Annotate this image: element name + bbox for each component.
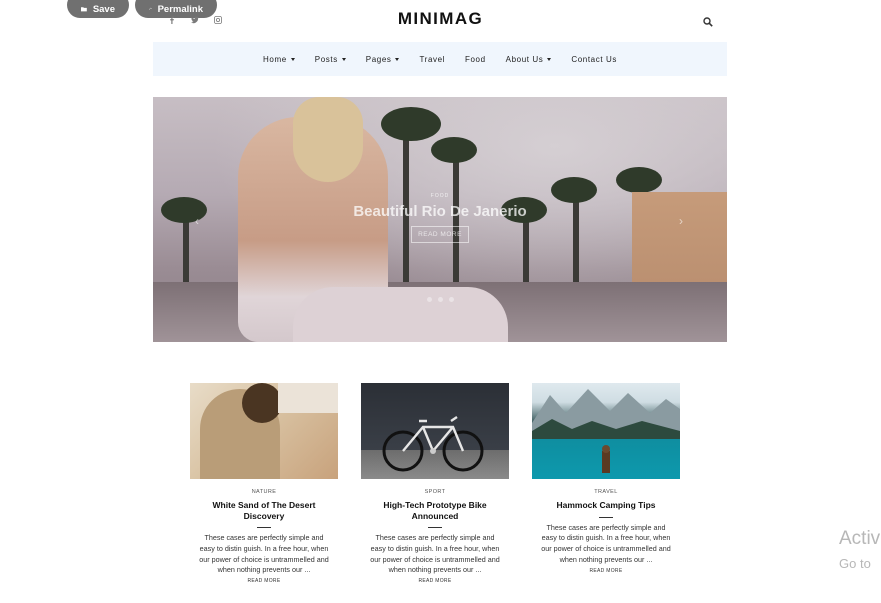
slider-dot[interactable]: [448, 297, 454, 302]
post-image-bike[interactable]: [361, 383, 509, 479]
post-card: SPORT High-Tech Prototype Bike Announced…: [361, 383, 509, 584]
post-excerpt: These cases are perfectly simple and eas…: [370, 533, 500, 575]
post-image-lake[interactable]: [532, 383, 680, 479]
activation-watermark-subtitle: Go to: [839, 556, 871, 571]
hero-caption: FOOD Beautiful Rio De Janerio READ MORE: [153, 193, 727, 243]
main-nav: Home Posts Pages Travel Food About Us Co…: [153, 42, 727, 76]
post-title[interactable]: Hammock Camping Tips: [532, 500, 680, 511]
post-divider: [599, 516, 613, 518]
post-category[interactable]: NATURE: [190, 489, 338, 495]
post-divider: [428, 527, 442, 528]
post-read-more-link[interactable]: READ MORE: [190, 578, 338, 584]
hero-person-leggings: [293, 287, 508, 342]
post-title[interactable]: High-Tech Prototype Bike Announced: [361, 500, 509, 521]
hero-title[interactable]: Beautiful Rio De Janerio: [153, 203, 727, 220]
palm-tree-crown: [616, 167, 662, 193]
post-read-more-link[interactable]: READ MORE: [361, 578, 509, 584]
post-title[interactable]: White Sand of The Desert Discovery: [190, 500, 338, 521]
activation-watermark-title: Activ: [839, 528, 881, 549]
post-category[interactable]: SPORT: [361, 489, 509, 495]
nav-item-food[interactable]: Food: [455, 55, 496, 64]
mountain-illustration: [532, 389, 680, 473]
nav-item-pages[interactable]: Pages: [356, 55, 410, 64]
site-logo[interactable]: MINIMAG: [0, 9, 881, 29]
post-divider: [257, 527, 271, 528]
caret-down-icon: [395, 57, 400, 61]
post-card: NATURE White Sand of The Desert Discover…: [190, 383, 338, 584]
search-icon[interactable]: [703, 14, 713, 27]
hero-slider[interactable]: ‹ › FOOD Beautiful Rio De Janerio READ M…: [153, 97, 727, 342]
post-card: TRAVEL Hammock Camping Tips These cases …: [532, 383, 680, 574]
post-category[interactable]: TRAVEL: [532, 489, 680, 495]
nav-item-travel[interactable]: Travel: [409, 55, 455, 64]
post-image-desert[interactable]: [190, 383, 338, 479]
caret-down-icon: [290, 57, 295, 61]
caret-down-icon: [547, 57, 552, 61]
slider-dot[interactable]: [426, 297, 432, 302]
nav-item-posts[interactable]: Posts: [305, 55, 356, 64]
nav-item-home[interactable]: Home: [253, 55, 305, 64]
slider-dots: [153, 297, 727, 302]
nav-item-contact-us[interactable]: Contact Us: [561, 55, 627, 64]
post-read-more-link[interactable]: READ MORE: [532, 568, 680, 574]
post-excerpt: These cases are perfectly simple and eas…: [199, 533, 329, 575]
palm-tree-crown: [431, 137, 477, 163]
hero-read-more-button[interactable]: READ MORE: [411, 226, 469, 243]
slider-dot[interactable]: [437, 297, 443, 302]
post-excerpt: These cases are perfectly simple and eas…: [541, 522, 671, 564]
nav-item-about-us[interactable]: About Us: [496, 55, 562, 64]
bike-illustration: [382, 416, 484, 472]
caret-down-icon: [341, 57, 346, 61]
hero-person-hair: [293, 97, 363, 182]
palm-tree-crown: [381, 107, 441, 141]
hero-category[interactable]: FOOD: [153, 193, 727, 199]
